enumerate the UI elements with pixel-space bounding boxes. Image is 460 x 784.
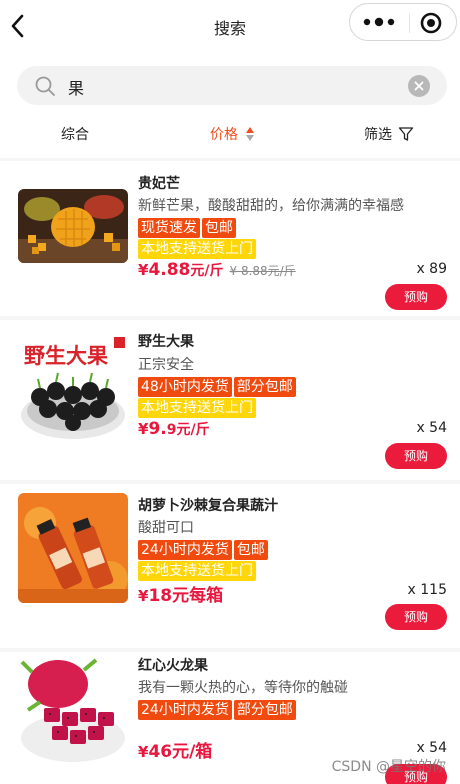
tag-badge: 24小时内发货 bbox=[138, 700, 232, 720]
price-unit: 元/斤 bbox=[190, 263, 224, 279]
price-symbol: ¥ bbox=[138, 420, 149, 438]
tag-badge: 24小时内发货 bbox=[138, 540, 232, 560]
original-price: ¥ 8.88元/斤 bbox=[229, 264, 296, 278]
product-quantity: x 54 bbox=[416, 740, 447, 756]
tag-badge: 48小时内发货 bbox=[138, 377, 232, 397]
product-quantity: x 54 bbox=[416, 420, 447, 436]
preorder-button[interactable]: 预购 bbox=[385, 604, 447, 630]
filter-icon bbox=[399, 127, 414, 141]
image-caption: 野生大果 bbox=[24, 344, 108, 368]
product-image: 野生大果 bbox=[18, 333, 128, 443]
product-quantity: x 115 bbox=[407, 582, 447, 598]
tag-badge: 部分包邮 bbox=[233, 377, 296, 397]
more-dots-icon[interactable] bbox=[362, 15, 398, 29]
tag-badge: 本地支持送货上门 bbox=[138, 239, 256, 259]
tag-row: 24小时内发货 部分包邮 bbox=[138, 699, 298, 720]
price-unit: 9元/斤 bbox=[166, 422, 210, 438]
price-symbol: ¥ bbox=[138, 261, 149, 279]
price-value: 18元每箱 bbox=[148, 586, 224, 606]
nav-header: 搜索 bbox=[0, 0, 460, 52]
search-bar[interactable]: 果 bbox=[17, 66, 447, 105]
product-image bbox=[18, 493, 128, 603]
preorder-button[interactable]: 预购 bbox=[385, 284, 447, 310]
close-target-icon[interactable] bbox=[420, 12, 442, 34]
product-card[interactable]: 野生大果 野生大果 正宗安全 48小时内发货 部分包邮 本地支持送货上门 ¥9.… bbox=[0, 320, 460, 480]
product-desc: 新鲜芒果，酸酸甜甜的，给你满满的幸福感 bbox=[138, 198, 404, 214]
product-price: ¥4.88元/斤 ¥ 8.88元/斤 bbox=[138, 260, 296, 280]
product-image bbox=[18, 654, 128, 764]
tag-badge: 包邮 bbox=[233, 540, 268, 560]
mini-program-capsule bbox=[349, 3, 457, 41]
price-value: 46元/箱 bbox=[148, 742, 213, 762]
tag-row: 本地支持送货上门 bbox=[138, 560, 258, 581]
product-card[interactable]: 胡萝卜沙棘复合果蔬汁 酸甜可口 24小时内发货 包邮 本地支持送货上门 ¥18元每… bbox=[0, 484, 460, 648]
product-image bbox=[18, 189, 128, 263]
tag-badge: 本地支持送货上门 bbox=[138, 561, 256, 581]
product-desc: 正宗安全 bbox=[138, 357, 194, 373]
tab-comprehensive[interactable]: 综合 bbox=[61, 124, 89, 144]
tag-row: 24小时内发货 包邮 bbox=[138, 539, 270, 560]
product-card[interactable]: 贵妃芒 新鲜芒果，酸酸甜甜的，给你满满的幸福感 现货速发 包邮 本地支持送货上门 … bbox=[0, 161, 460, 316]
tag-badge: 现货速发 bbox=[138, 218, 200, 238]
tag-row: 48小时内发货 部分包邮 bbox=[138, 376, 298, 397]
product-quantity: x 89 bbox=[416, 261, 447, 277]
product-desc: 我有一颗火热的心，等待你的触碰 bbox=[138, 680, 348, 696]
product-title: 野生大果 bbox=[138, 334, 194, 350]
product-title: 贵妃芒 bbox=[138, 176, 180, 192]
price-value: 9. bbox=[148, 419, 167, 439]
tab-label: 价格 bbox=[210, 127, 238, 143]
product-title: 胡萝卜沙棘复合果蔬汁 bbox=[138, 498, 278, 514]
tag-badge: 部分包邮 bbox=[233, 700, 296, 720]
product-list: 贵妃芒 新鲜芒果，酸酸甜甜的，给你满满的幸福感 现货速发 包邮 本地支持送货上门 … bbox=[0, 158, 460, 784]
price-symbol: ¥ bbox=[138, 743, 149, 761]
product-price: ¥46元/箱 bbox=[138, 737, 212, 762]
search-icon bbox=[35, 76, 55, 96]
sort-arrows-icon bbox=[246, 127, 255, 141]
tab-label: 综合 bbox=[61, 127, 89, 143]
product-price: ¥18元每箱 bbox=[138, 581, 223, 606]
search-results-page: 搜索 果 综合 价格 筛选 贵妃芒 新鲜芒果，酸酸甜甜的，给你满满的幸福感 现货… bbox=[0, 0, 460, 784]
tag-row: 本地支持送货上门 bbox=[138, 238, 258, 259]
product-desc: 酸甜可口 bbox=[138, 520, 194, 536]
capsule-divider bbox=[409, 13, 410, 33]
tag-badge: 本地支持送货上门 bbox=[138, 398, 256, 418]
tab-price[interactable]: 价格 bbox=[210, 124, 255, 144]
tag-row: 现货速发 包邮 bbox=[138, 217, 238, 238]
tab-label: 筛选 bbox=[364, 127, 392, 143]
tag-row: 本地支持送货上门 bbox=[138, 397, 258, 418]
price-value: 4.88 bbox=[148, 260, 191, 280]
product-title: 红心火龙果 bbox=[138, 658, 208, 674]
preorder-button[interactable]: 预购 bbox=[385, 443, 447, 469]
product-price: ¥9.9元/斤 bbox=[138, 419, 210, 439]
tab-filter[interactable]: 筛选 bbox=[364, 124, 414, 144]
price-symbol: ¥ bbox=[138, 587, 149, 605]
sort-tabs: 综合 价格 筛选 bbox=[0, 112, 460, 154]
clear-icon[interactable] bbox=[408, 75, 430, 97]
csdn-watermark: CSDN @星空的你 bbox=[331, 759, 446, 775]
search-input[interactable]: 果 bbox=[68, 75, 84, 99]
tag-badge: 包邮 bbox=[202, 218, 236, 238]
